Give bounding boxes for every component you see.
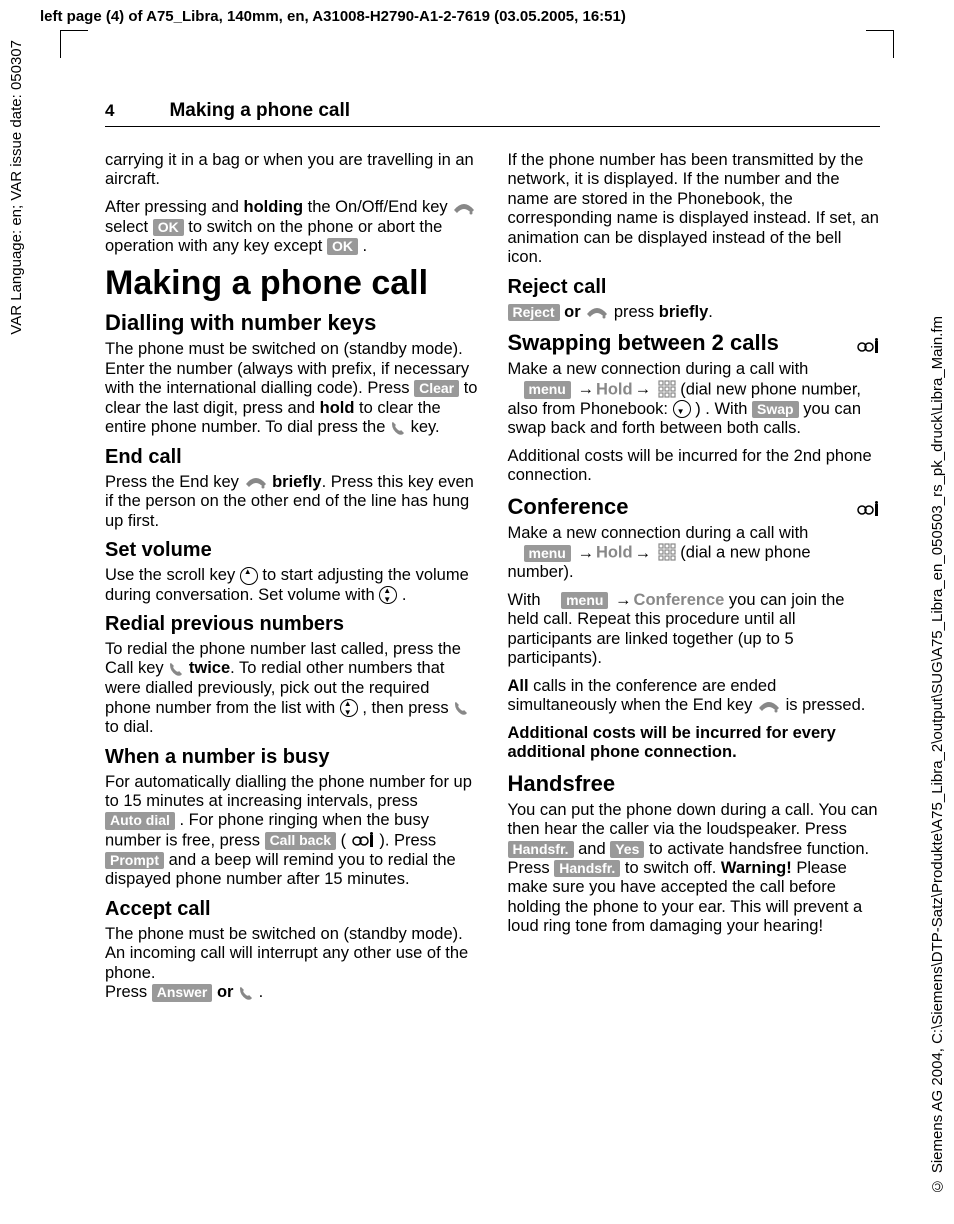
clear-label: Clear (414, 380, 459, 397)
call-key-icon (390, 418, 406, 437)
handsfr-label: Handsfr. (508, 841, 574, 858)
end-key-icon (452, 198, 476, 217)
call-key-icon-5 (508, 380, 524, 399)
yes-label: Yes (610, 841, 644, 858)
page-number: 4 (105, 101, 114, 121)
call-key-icon-6 (508, 543, 524, 562)
heading-dialling: Dialling with number keys (105, 310, 478, 336)
scroll-down-icon (673, 400, 691, 418)
heading-handsfree: Handsfree (508, 771, 881, 797)
heading-busy: When a number is busy (105, 746, 478, 769)
para-carrying: carrying it in a bag or when you are tra… (105, 151, 478, 190)
menu-label: menu (524, 381, 571, 398)
crop-mark-tl (60, 30, 88, 58)
heading-making-call: Making a phone call (105, 266, 478, 302)
page-title: Making a phone call (169, 100, 350, 122)
network-feature-icon-2 (856, 332, 880, 358)
build-info-line: left page (4) of A75_Libra, 140mm, en, A… (40, 8, 626, 25)
menu-label-3: menu (561, 592, 608, 609)
para-accept: The phone must be switched on (standby m… (105, 925, 478, 1003)
para-switch-on: After pressing and holding the On/Off/En… (105, 198, 478, 257)
page-content: 4 Making a phone call carrying it in a b… (105, 100, 880, 1011)
call-key-icon-2 (168, 659, 184, 678)
ok-label: OK (153, 219, 184, 236)
call-key-icon-4 (238, 983, 254, 1002)
heading-redial: Redial previous numbers (105, 613, 478, 636)
para-redial: To redial the phone number last called, … (105, 640, 478, 738)
swap-label: Swap (752, 401, 799, 418)
autodial-label: Auto dial (105, 812, 175, 829)
prompt-label: Prompt (105, 852, 164, 869)
para-busy: For automatically dialling the phone num… (105, 773, 478, 890)
heading-end-call: End call (105, 446, 478, 469)
copyright-path: © Siemens AG 2004, C:\Siemens\DTP-Satz\P… (929, 316, 946, 1194)
keypad-icon-2 (658, 543, 676, 563)
para-set-volume: Use the scroll key to start adjusting th… (105, 566, 478, 605)
para-conf-join: With menu →Conference you can join the h… (508, 591, 881, 669)
handsfr-label-2: Handsfr. (554, 860, 620, 877)
var-side-text: VAR Language: en; VAR issue date: 050307 (8, 40, 25, 335)
heading-accept: Accept call (105, 898, 478, 921)
scroll-up-icon (240, 567, 258, 585)
para-end-call: Press the End key briefly. Press this ke… (105, 473, 478, 532)
scroll-updown-icon (379, 586, 397, 604)
heading-set-volume: Set volume (105, 539, 478, 562)
ok-label-2: OK (327, 238, 358, 255)
para-conf-new: Make a new connection during a call with… (508, 524, 881, 583)
scroll-updown-icon-2 (340, 699, 358, 717)
end-key-icon-3 (585, 303, 609, 322)
end-key-icon-2 (244, 473, 268, 492)
heading-conference: Conference (508, 494, 881, 520)
para-swap-cost: Additional costs will be incurred for th… (508, 447, 881, 486)
menu-label-2: menu (524, 545, 571, 562)
call-key-icon-3 (453, 699, 469, 718)
para-reject: Reject or press briefly. (508, 303, 881, 323)
end-key-icon-4 (757, 696, 781, 715)
para-swap: Make a new connection during a call with… (508, 360, 881, 438)
call-key-icon-7 (545, 591, 561, 610)
page-header: 4 Making a phone call (105, 100, 880, 127)
network-feature-icon (351, 831, 375, 851)
heading-reject: Reject call (508, 276, 881, 299)
para-conf-end: All calls in the conference are ended si… (508, 677, 881, 716)
callback-label: Call back (265, 832, 336, 849)
para-dialling: The phone must be switched on (standby m… (105, 340, 478, 437)
para-handsfree: You can put the phone down during a call… (508, 801, 881, 937)
para-caller-id: If the phone number has been transmitted… (508, 151, 881, 268)
reject-label: Reject (508, 304, 560, 321)
keypad-icon (658, 380, 676, 400)
heading-swapping: Swapping between 2 calls (508, 330, 881, 356)
crop-mark-tr (866, 30, 894, 58)
para-conf-cost: Additional costs will be incurred for ev… (508, 724, 881, 763)
answer-label: Answer (152, 984, 213, 1001)
network-feature-icon-3 (856, 496, 880, 522)
